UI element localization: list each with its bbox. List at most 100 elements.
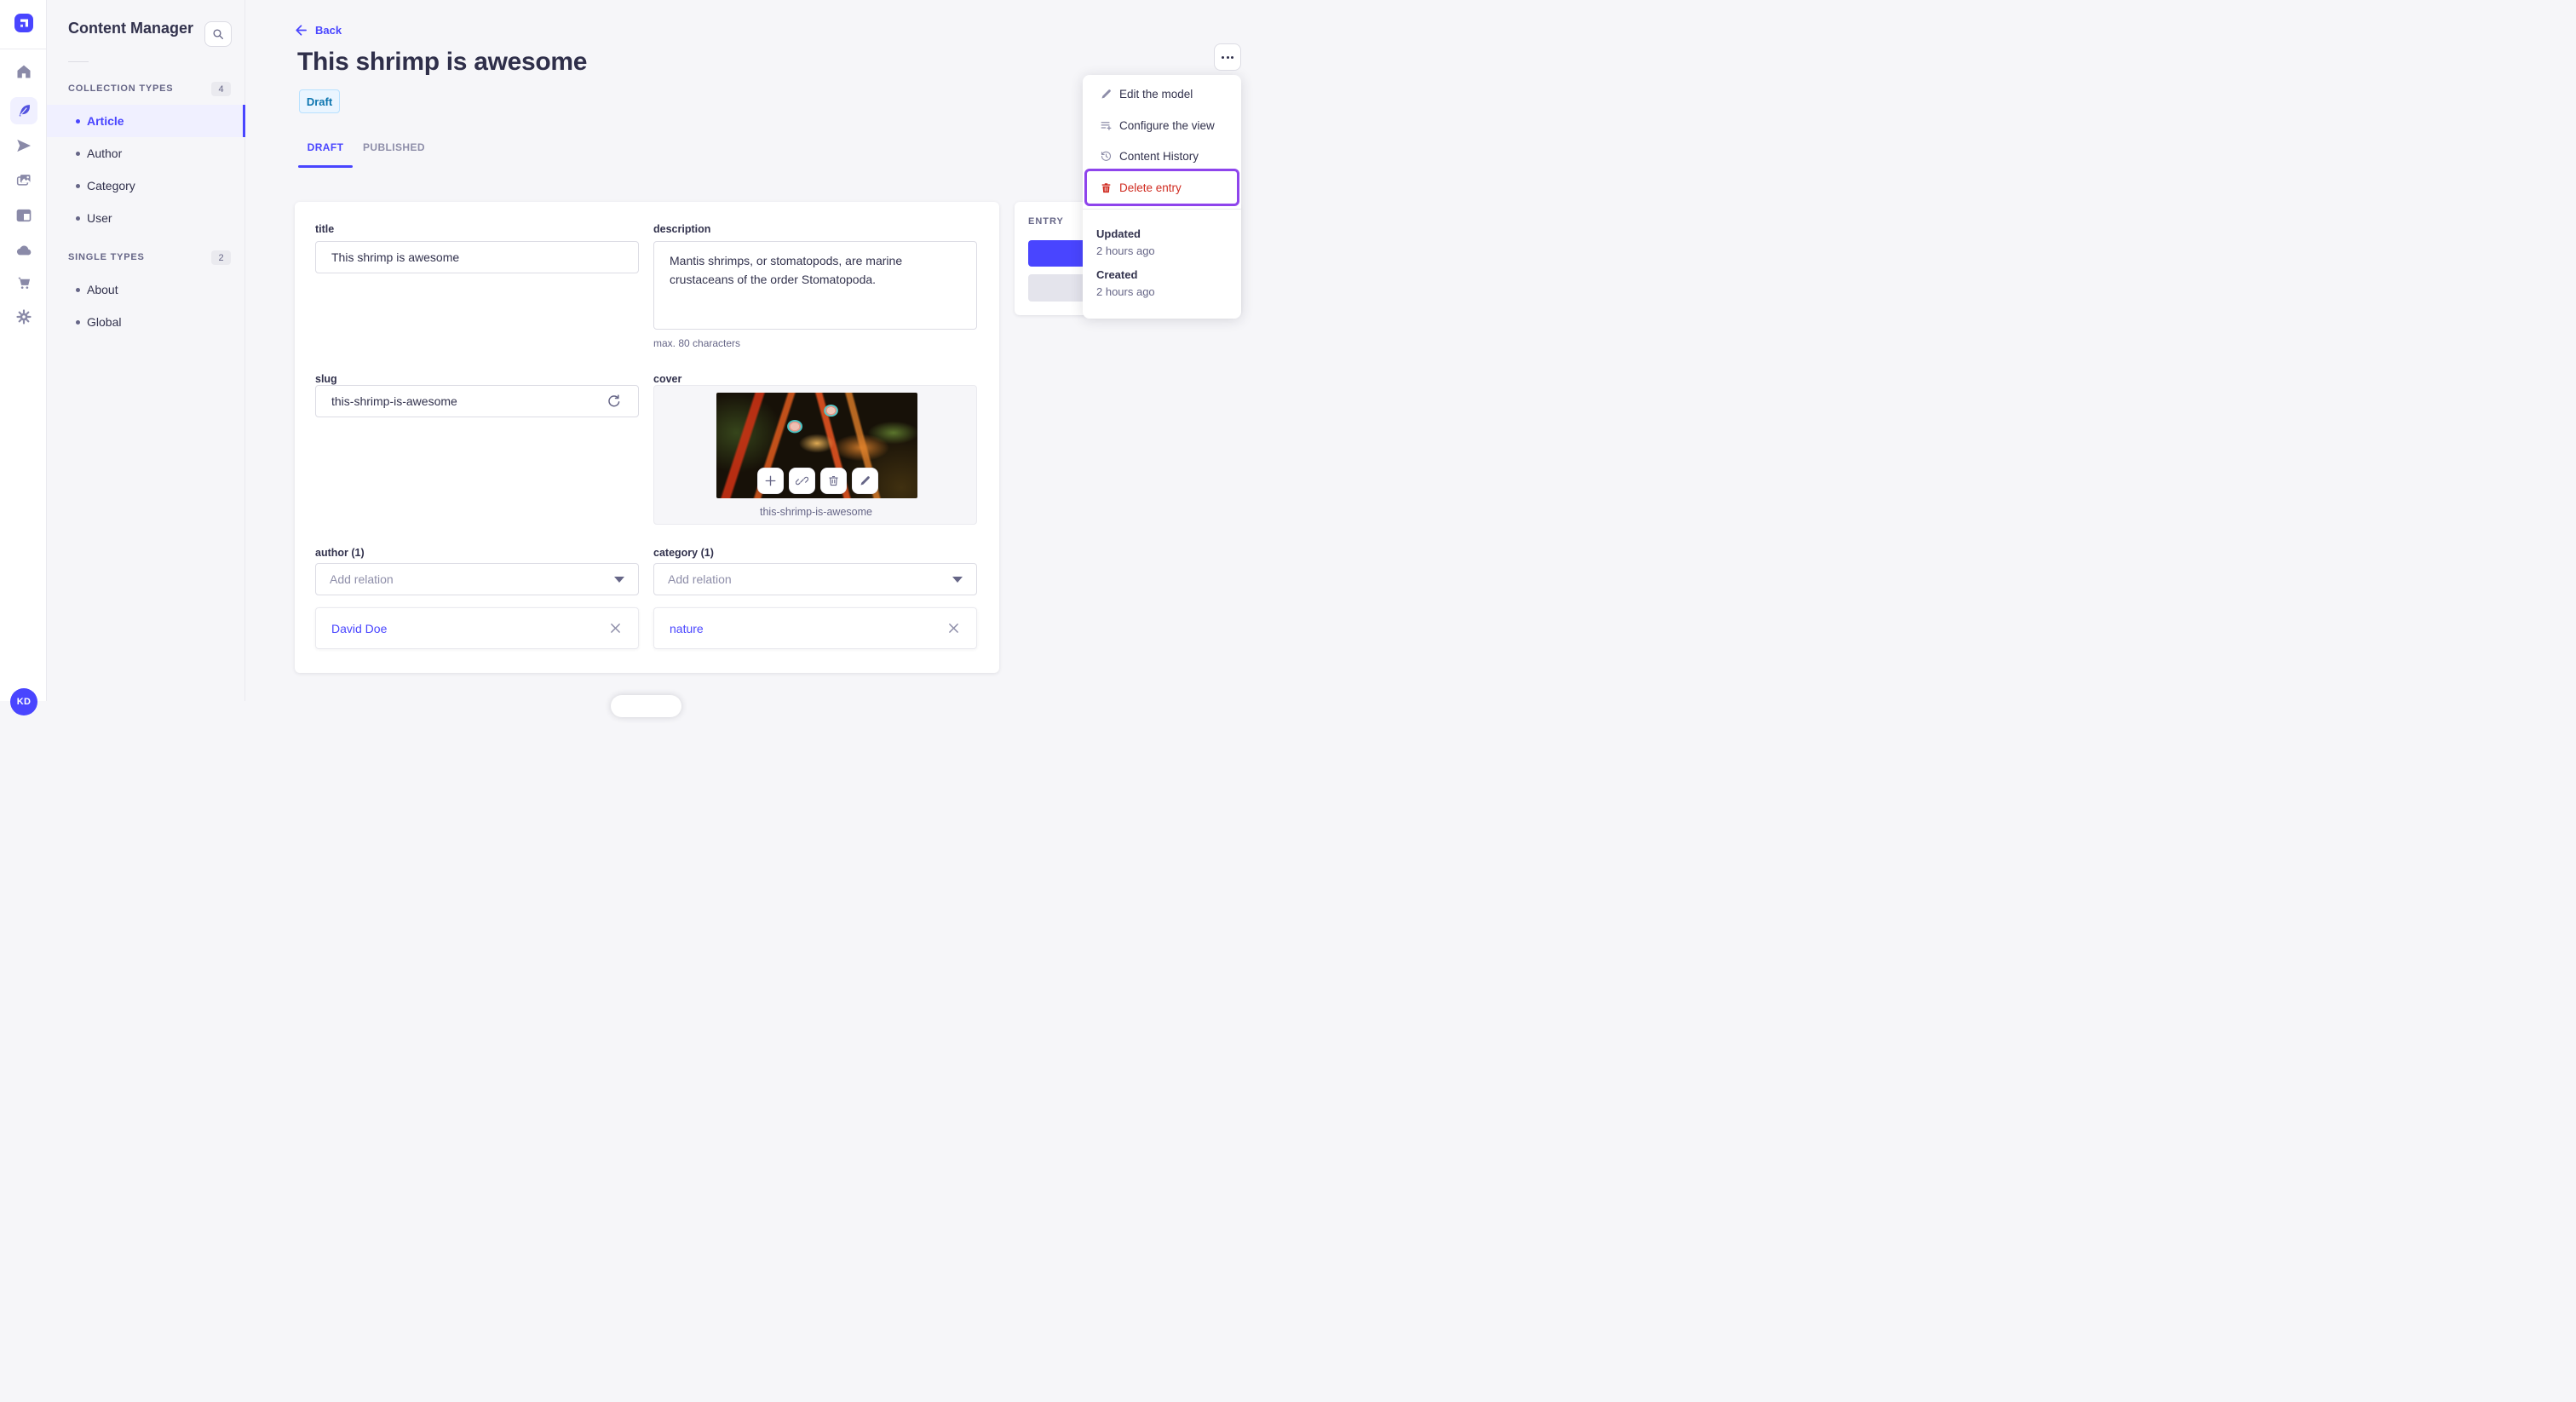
menu-item-edit-model[interactable]: Edit the model [1083,78,1241,110]
send-icon[interactable] [10,132,37,159]
regenerate-slug-button[interactable] [605,393,622,410]
ellipsis-icon [1222,55,1224,59]
active-tab-underline [298,165,353,168]
title-field-input[interactable] [315,241,639,273]
remove-author-button[interactable] [607,621,623,636]
back-label: Back [315,23,342,37]
category-relation-item[interactable]: nature [653,607,977,649]
author-select-placeholder: Add relation [330,572,394,586]
description-field-label: description [653,223,711,235]
entry-panel-title: ENTRY [1028,216,1064,227]
description-hint: max. 80 characters [653,337,741,349]
cart-icon[interactable] [10,269,37,296]
sidebar-item-label: Article [87,114,124,128]
search-button[interactable] [204,21,232,47]
bullet-icon [76,151,80,156]
bullet-icon [76,287,80,292]
sidebar-item-label: Author [87,147,123,160]
strapi-logo[interactable] [14,14,33,32]
edit-form-card: title description Mantis shrimps, or sto… [295,202,999,673]
tab-draft[interactable]: DRAFT [298,130,353,164]
user-avatar[interactable]: KD [10,688,37,715]
menu-item-label: Edit the model [1119,87,1193,101]
pencil-icon [1100,88,1113,101]
gear-icon[interactable] [10,303,37,330]
category-relation-name: nature [670,621,704,635]
feather-icon[interactable] [10,97,37,124]
back-button[interactable]: Back [295,22,342,37]
sidebar-item-global[interactable]: Global [47,306,245,338]
cover-caption: this-shrimp-is-awesome [760,506,872,518]
single-types-count-badge: 2 [211,250,231,265]
sidebar-item-user[interactable]: User [47,202,245,234]
bullet-icon [76,215,80,221]
bullet-icon [76,183,80,188]
category-select-placeholder: Add relation [668,572,732,586]
author-relation-select[interactable]: Add relation [315,563,639,595]
author-relation-name: David Doe [331,621,388,635]
created-label: Created [1096,268,1138,281]
description-field-textarea[interactable]: Mantis shrimps, or stomatopods, are mari… [653,241,977,330]
title-field-label: title [315,223,335,235]
cover-field-label: cover [653,373,682,385]
home-icon[interactable] [10,58,37,85]
icon-rail: KD [0,0,47,715]
chevron-down-icon [952,576,963,583]
menu-item-configure-view[interactable]: Configure the view [1083,110,1241,141]
sidebar-item-label: About [87,283,118,296]
floating-widget-pill[interactable] [611,695,681,717]
tab-published[interactable]: PUBLISHED [353,130,435,164]
sidebar-item-label: User [87,211,112,225]
layout-icon[interactable] [10,202,37,229]
trash-icon [1100,181,1113,194]
sidebar-item-category[interactable]: Category [47,170,245,202]
author-relation-item[interactable]: David Doe [315,607,639,649]
sidebar-title: Content Manager [68,20,194,37]
sidebar-item-label: Global [87,315,122,329]
configure-icon [1100,119,1113,132]
cover-action-bar [757,468,878,494]
menu-item-label: Content History [1119,150,1199,164]
link-icon [796,476,808,486]
menu-item-label: Configure the view [1119,118,1215,132]
close-icon [948,623,958,633]
sidebar-divider [68,61,89,62]
remove-category-button[interactable] [946,621,961,636]
strapi-logo-glyph [20,19,28,27]
content-manager-sidebar: Content Manager COLLECTION TYPES 4 Artic… [47,0,245,701]
updated-value: 2 hours ago [1096,244,1155,257]
category-field-label: category (1) [653,547,714,559]
bullet-icon [76,319,80,325]
bullet-icon [76,118,80,124]
sidebar-item-about[interactable]: About [47,273,245,306]
more-options-button[interactable] [1214,43,1241,71]
menu-item-label: Delete entry [1119,181,1182,195]
search-icon [213,29,223,39]
sidebar-item-article[interactable]: Article [47,105,245,137]
chevron-down-icon [614,576,624,583]
updated-label: Updated [1096,227,1141,240]
menu-item-delete-entry[interactable]: Delete entry [1083,172,1241,204]
edit-media-button[interactable] [852,468,878,494]
menu-divider [1083,209,1241,210]
copy-link-button[interactable] [789,468,815,494]
collection-types-count-badge: 4 [211,82,231,96]
status-badge: Draft [299,89,340,113]
trash-icon [829,475,838,486]
sidebar-item-label: Category [87,179,135,192]
history-icon [1100,150,1113,163]
author-field-label: author (1) [315,547,365,559]
regenerate-icon [608,394,620,407]
cloud-icon[interactable] [10,237,37,264]
section-collection-types: COLLECTION TYPES [68,83,174,94]
menu-item-content-history[interactable]: Content History [1083,141,1241,173]
media-icon[interactable] [10,167,37,194]
sidebar-item-author[interactable]: Author [47,137,245,170]
delete-media-button[interactable] [820,468,847,494]
slug-field-label: slug [315,373,337,385]
arrow-left-icon [296,24,307,36]
add-media-button[interactable] [757,468,784,494]
page-title: This shrimp is awesome [297,48,588,76]
category-relation-select[interactable]: Add relation [653,563,977,595]
slug-field-input[interactable] [315,385,639,417]
